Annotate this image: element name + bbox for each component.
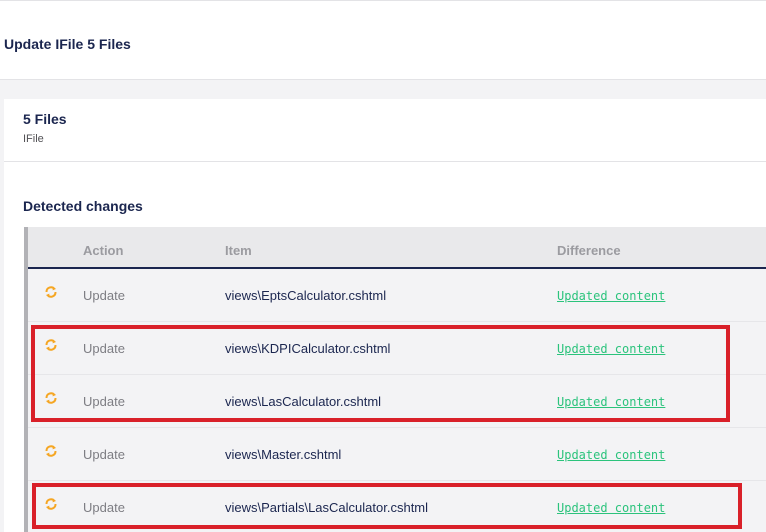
column-header-difference: Difference (557, 243, 621, 258)
difference-link[interactable]: Updated content (557, 342, 665, 356)
action-cell: Update (83, 288, 125, 303)
difference-link[interactable]: Updated content (557, 448, 665, 462)
table-row: Update views\KDPICalculator.cshtml Updat… (28, 322, 766, 375)
detected-changes-label: Detected changes (23, 198, 143, 214)
item-cell: views\Partials\LasCalculator.cshtml (225, 500, 429, 515)
table-header: Action Item Difference (28, 227, 766, 269)
table-row: Update views\EptsCalculator.cshtml Updat… (28, 269, 766, 322)
action-cell: Update (83, 500, 125, 515)
table-row: Update views\LasCalculator.cshtml Update… (28, 375, 766, 428)
page-title: Update IFile 5 Files (4, 36, 131, 52)
table-row: Update views\Partials\LasCalculator.csht… (28, 481, 766, 532)
action-cell: Update (83, 447, 125, 462)
files-panel: 5 Files IFile Detected changes Action It… (4, 99, 766, 532)
action-cell: Update (83, 341, 125, 356)
table-row: Update views\Master.cshtml Updated conte… (28, 428, 766, 481)
sync-icon (45, 286, 57, 298)
column-header-item: Item (225, 243, 252, 258)
changes-table: Action Item Difference Update views\Epts… (24, 227, 766, 532)
difference-link[interactable]: Updated content (557, 395, 665, 409)
panel-subtitle: IFile (23, 133, 44, 145)
sync-icon (45, 445, 57, 457)
panel-title: 5 Files (23, 111, 67, 127)
sync-icon (45, 392, 57, 404)
item-cell: views\EptsCalculator.cshtml (225, 288, 387, 303)
panel-header: 5 Files IFile (4, 99, 766, 162)
top-bar: Update IFile 5 Files (0, 0, 766, 80)
sync-icon (45, 339, 57, 351)
difference-link[interactable]: Updated content (557, 501, 665, 515)
action-cell: Update (83, 394, 125, 409)
column-header-action: Action (83, 243, 124, 258)
item-cell: views\KDPICalculator.cshtml (225, 341, 391, 356)
item-cell: views\LasCalculator.cshtml (225, 394, 382, 409)
sync-icon (45, 498, 57, 510)
difference-link[interactable]: Updated content (557, 289, 665, 303)
item-cell: views\Master.cshtml (225, 447, 342, 462)
